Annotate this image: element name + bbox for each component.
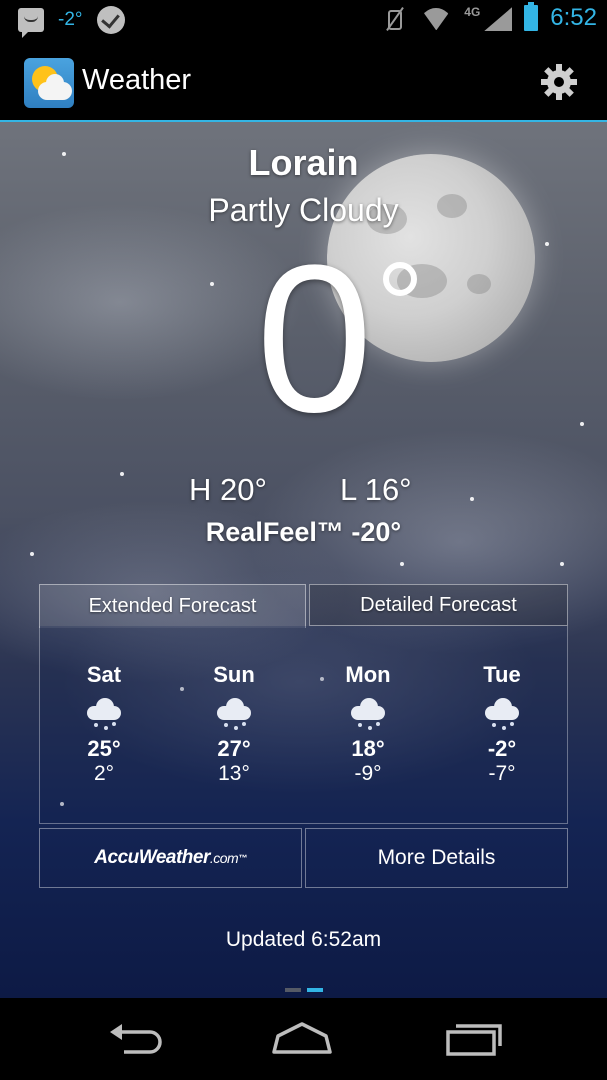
low-temperature: L 16° [340,472,412,507]
updated-time: Updated 6:52am [225,928,382,951]
accuweather-trademark: ™ [238,853,247,863]
status-bar: -2° 4G 6:52 [0,0,607,44]
forecast-day-name: Mon [345,662,391,687]
forecast-low: -9° [354,762,382,785]
forecast-day-name: Sun [213,662,255,687]
battery-icon [524,2,539,31]
accuweather-suffix: .com [209,850,239,866]
home-icon[interactable] [270,1018,334,1058]
tab-extended-forecast[interactable]: Extended Forecast [39,584,306,628]
tab-detailed-forecast[interactable]: Detailed Forecast [309,584,568,626]
forecast-day: Tue -2° -7° [442,662,562,786]
app-title: Weather [82,64,192,96]
forecast-low: 2° [93,762,115,785]
status-temperature: -2° [58,9,83,30]
forecast-high: 25° [87,736,121,761]
action-bar: Weather [0,44,607,122]
forecast-high: 27° [217,736,251,761]
forecast-day-name: Sat [86,662,122,687]
snow-cloud-icon [214,696,254,732]
status-time: 6:52 [550,4,597,31]
forecast-day-name: Tue [483,662,521,687]
recent-apps-icon[interactable] [442,1018,506,1058]
page-indicator [285,988,323,992]
settings-gear-icon[interactable] [539,62,579,102]
weather-main-panel: Lorain Partly Cloudy 0 H 20° L 16° RealF… [0,122,607,998]
forecast-day: Mon 18° -9° [308,662,428,786]
page-dot-active [307,988,323,992]
current-temperature: 0 [256,221,373,456]
degree-symbol-icon [383,262,417,296]
forecast-low: 13° [218,762,250,785]
accuweather-logo-text: AccuWeather [94,847,210,868]
navigation-bar [0,998,607,1080]
forecast-day: Sun 27° 13° [174,662,294,786]
back-icon[interactable] [104,1018,168,1058]
mute-icon [382,5,408,31]
accuweather-button[interactable]: AccuWeather .com ™ [39,828,302,888]
network-type-label: 4G [464,5,481,19]
check-icon [96,6,125,34]
forecast-high: -2° [487,736,517,761]
wifi-icon [420,6,452,30]
realfeel-temperature: RealFeel™ -20° [205,517,402,547]
message-icon [18,8,44,38]
signal-icon [482,5,512,31]
forecast-high: 18° [351,736,385,761]
more-details-button[interactable]: More Details [305,828,568,888]
forecast-low: -7° [488,762,516,785]
city-name: Lorain [248,142,359,183]
weather-app-icon[interactable] [24,58,74,108]
high-temperature: H 20° [189,472,267,507]
snow-cloud-icon [482,696,522,732]
snow-cloud-icon [348,696,388,732]
forecast-day: Sat 25° 2° [44,662,164,786]
page-dot [285,988,301,992]
snow-cloud-icon [84,696,124,732]
